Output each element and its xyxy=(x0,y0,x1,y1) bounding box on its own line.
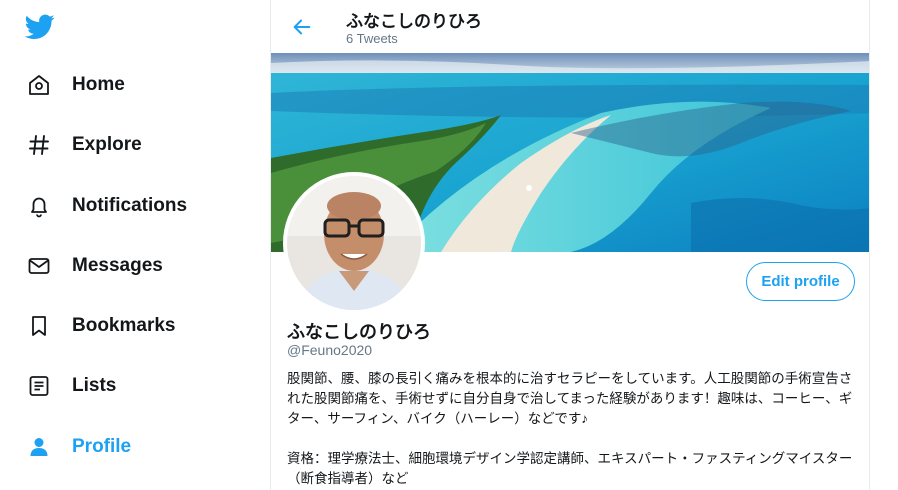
arrow-left-icon xyxy=(293,19,311,35)
sidebar-item-label: Lists xyxy=(72,375,117,396)
person-icon xyxy=(26,434,52,460)
profile-header: ふなこしのりひろ 6 Tweets xyxy=(271,0,869,53)
sidebar-item-home[interactable]: Home xyxy=(14,62,137,108)
page-title: ふなこしのりひろ xyxy=(346,12,482,31)
sidebar-item-explore[interactable]: Explore xyxy=(14,122,154,168)
profile-column: ふなこしのりひろ 6 Tweets Edit profile ふなこしのりひろ … xyxy=(270,0,870,490)
list-icon xyxy=(26,373,52,399)
sidebar-item-bookmarks[interactable]: Bookmarks xyxy=(14,303,188,349)
sidebar-item-messages[interactable]: Messages xyxy=(14,243,175,289)
envelope-icon xyxy=(26,253,52,279)
tweet-count: 6 Tweets xyxy=(346,31,398,46)
hashtag-icon xyxy=(26,132,52,158)
sidebar-item-lists[interactable]: Lists xyxy=(14,363,128,409)
home-icon xyxy=(26,72,52,98)
sidebar-item-label: Explore xyxy=(72,134,142,155)
profile-bio: 股関節、腰、膝の長引く痛みを根本的に治すセラピーをしています。人工股関節の手術宣… xyxy=(287,371,853,486)
sidebar-item-label: Home xyxy=(72,74,125,95)
edit-profile-button[interactable]: Edit profile xyxy=(746,262,855,301)
profile-name: ふなこしのりひろ xyxy=(287,322,431,342)
bookmark-icon xyxy=(26,313,52,339)
bell-icon xyxy=(26,193,52,219)
sidebar-item-label: Bookmarks xyxy=(72,315,176,336)
twitter-logo-icon[interactable] xyxy=(22,10,58,42)
profile-avatar[interactable] xyxy=(283,172,425,314)
sidebar: Home Explore Notifications Messages Book… xyxy=(0,0,270,490)
profile-handle: @Feuno2020 xyxy=(287,342,373,358)
sidebar-item-profile[interactable]: Profile xyxy=(14,424,143,470)
back-button[interactable] xyxy=(285,10,319,44)
sidebar-item-notifications[interactable]: Notifications xyxy=(14,183,199,229)
sidebar-item-label: Profile xyxy=(72,436,132,457)
sidebar-item-label: Notifications xyxy=(72,195,188,216)
sidebar-item-label: Messages xyxy=(72,255,163,276)
